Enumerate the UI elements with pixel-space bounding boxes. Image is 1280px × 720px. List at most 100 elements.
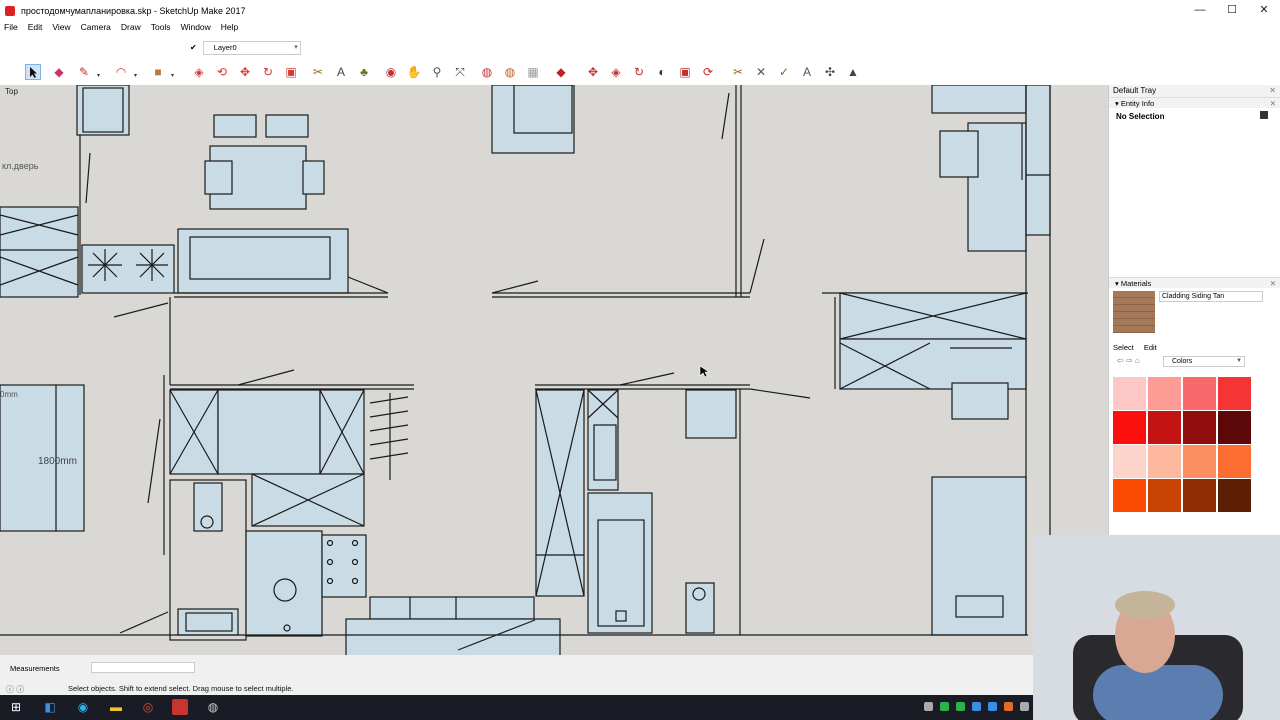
position-camera-icon[interactable]: ✥ [585,64,601,80]
color-swatch[interactable] [1183,479,1216,512]
whatsapp-icon[interactable] [940,702,949,711]
move-tool-icon[interactable]: ✥ [237,64,253,80]
color-swatch[interactable] [1218,479,1251,512]
color-swatch[interactable] [1183,377,1216,410]
color-swatch[interactable] [1218,377,1251,410]
color-swatch[interactable] [1113,377,1146,410]
text-tool-icon[interactable]: A [333,64,349,80]
paint-bucket-tool-icon[interactable]: ♣ [356,64,372,80]
warehouse-icon[interactable]: ◍ [479,64,495,80]
eraser-tool-icon[interactable]: ◆ [51,64,67,80]
share-model-icon[interactable]: ◍ [502,64,518,80]
webcam-person-image [1033,535,1280,720]
extension-warehouse-icon[interactable]: ◆ [553,64,569,80]
tab-edit[interactable]: Edit [1144,343,1157,352]
color-swatch[interactable] [1148,411,1181,444]
color-swatch[interactable] [1113,479,1146,512]
menu-window[interactable]: Window [177,21,217,35]
dimension-tool-icon[interactable]: ✂ [730,64,746,80]
tray-header: Default Tray ✕ [1109,85,1280,97]
3d-text-tool-icon[interactable]: A [799,64,815,80]
menu-tools[interactable]: Tools [147,21,177,35]
floor-plan-drawing: кл.дверь 0mm 1800mm [0,85,1051,655]
section-display-icon[interactable]: ▣ [677,64,693,80]
section-plane-icon[interactable]: ◐ [654,64,670,80]
color-swatch[interactable] [1148,445,1181,478]
scale-tool-icon[interactable]: ▣ [283,64,299,80]
entity-info-header[interactable]: ▾ Entity Info ✕ [1109,97,1280,108]
orbit-tool-icon[interactable]: ◉ [383,64,399,80]
color-swatch[interactable] [1218,445,1251,478]
tray-app-icon[interactable] [956,702,965,711]
chrome-icon[interactable]: ◎ [140,699,156,715]
window-title: простодомчумапланировка.skp - SketchUp M… [21,5,246,16]
folder-icon[interactable]: ▬ [108,699,124,715]
menu-edit[interactable]: Edit [24,21,49,35]
tray-title: Default Tray [1113,86,1157,95]
axes-tool-icon[interactable]: ✓ [776,64,792,80]
network-icon[interactable] [924,702,933,711]
volume-icon[interactable] [1020,702,1029,711]
walk-icon[interactable]: ◈ [608,64,624,80]
shapes-tool-icon[interactable]: ■ ▾ [150,64,174,80]
bluetooth-icon[interactable] [972,702,981,711]
tray-app-icon[interactable] [1004,702,1013,711]
axes-icon[interactable]: ✣ [822,64,838,80]
color-swatch[interactable] [1218,411,1251,444]
material-name-field[interactable]: Cladding Siding Tan [1159,291,1263,302]
menu-file[interactable]: File [0,21,24,35]
dimension-annotation-left: 0mm [0,390,18,399]
webcam-overlay [1033,535,1280,720]
color-swatch[interactable] [1113,411,1146,444]
collection-select[interactable]: Colors ▼ [1163,356,1245,367]
file-explorer-icon[interactable]: ◧ [42,699,58,715]
menu-view[interactable]: View [48,21,76,35]
door-annotation: кл.дверь [2,161,39,171]
close-button[interactable]: ✕ [1248,0,1280,21]
instructor-icon[interactable]: ▲ [845,64,861,80]
minimize-button[interactable]: — [1184,0,1216,21]
offset-tool-icon[interactable]: ⟲ [214,64,230,80]
panel-close-icon[interactable]: ✕ [1270,278,1276,289]
components-icon[interactable]: ▦ [525,64,541,80]
color-swatch[interactable] [1183,411,1216,444]
pan-tool-icon[interactable]: ✋ [406,64,422,80]
tab-select[interactable]: Select [1113,343,1134,352]
push-pull-tool-icon[interactable]: ◈ [191,64,207,80]
dimension-annotation-1800: 1800mm [38,456,77,467]
drawing-canvas[interactable]: кл.дверь 0mm 1800mm [0,85,1108,655]
materials-header[interactable]: ▾ Materials ✕ [1109,277,1280,288]
obs-icon[interactable]: ◍ [205,699,221,715]
section-cut-icon[interactable]: ⟳ [700,64,716,80]
menu-camera[interactable]: Camera [77,21,117,35]
tape-measure-tool-icon[interactable]: ✂ [310,64,326,80]
current-material-swatch[interactable] [1113,291,1155,333]
arc-tool-icon[interactable]: ◠ ▾ [113,64,137,80]
selection-status: No Selection [1109,108,1280,125]
windows-start-icon[interactable]: ⊞ [8,699,24,715]
details-icon[interactable] [1260,111,1268,119]
sketchup-taskbar-icon[interactable] [172,699,188,715]
measurements-input[interactable] [91,662,195,673]
edge-icon[interactable]: ◉ [75,699,91,715]
rotate-tool-icon[interactable]: ↻ [260,64,276,80]
color-swatch[interactable] [1148,377,1181,410]
layer-select[interactable]: Layer0 ▾ [202,40,301,55]
color-swatch[interactable] [1183,445,1216,478]
nav-arrows-icon[interactable]: ⇦ ⇨ ⌂ [1117,356,1140,365]
select-tool-icon[interactable] [25,64,41,80]
menu-draw[interactable]: Draw [117,21,147,35]
protractor-tool-icon[interactable]: ✕ [753,64,769,80]
maximize-button[interactable]: ☐ [1216,0,1248,21]
color-swatch[interactable] [1113,445,1146,478]
tray-close-icon[interactable]: ✕ [1269,85,1276,97]
zoom-extents-tool-icon[interactable]: ⤧ [452,64,468,80]
look-around-icon[interactable]: ↻ [631,64,647,80]
line-tool-icon[interactable]: ✎ ▾ [76,64,100,80]
zoom-tool-icon[interactable]: ⚲ [429,64,445,80]
color-swatch[interactable] [1148,479,1181,512]
cloud-icon[interactable] [988,702,997,711]
chevron-down-icon: ▾ [294,43,298,51]
menu-help[interactable]: Help [217,21,244,35]
layer-visible-check-icon[interactable]: ✔ [190,43,197,52]
